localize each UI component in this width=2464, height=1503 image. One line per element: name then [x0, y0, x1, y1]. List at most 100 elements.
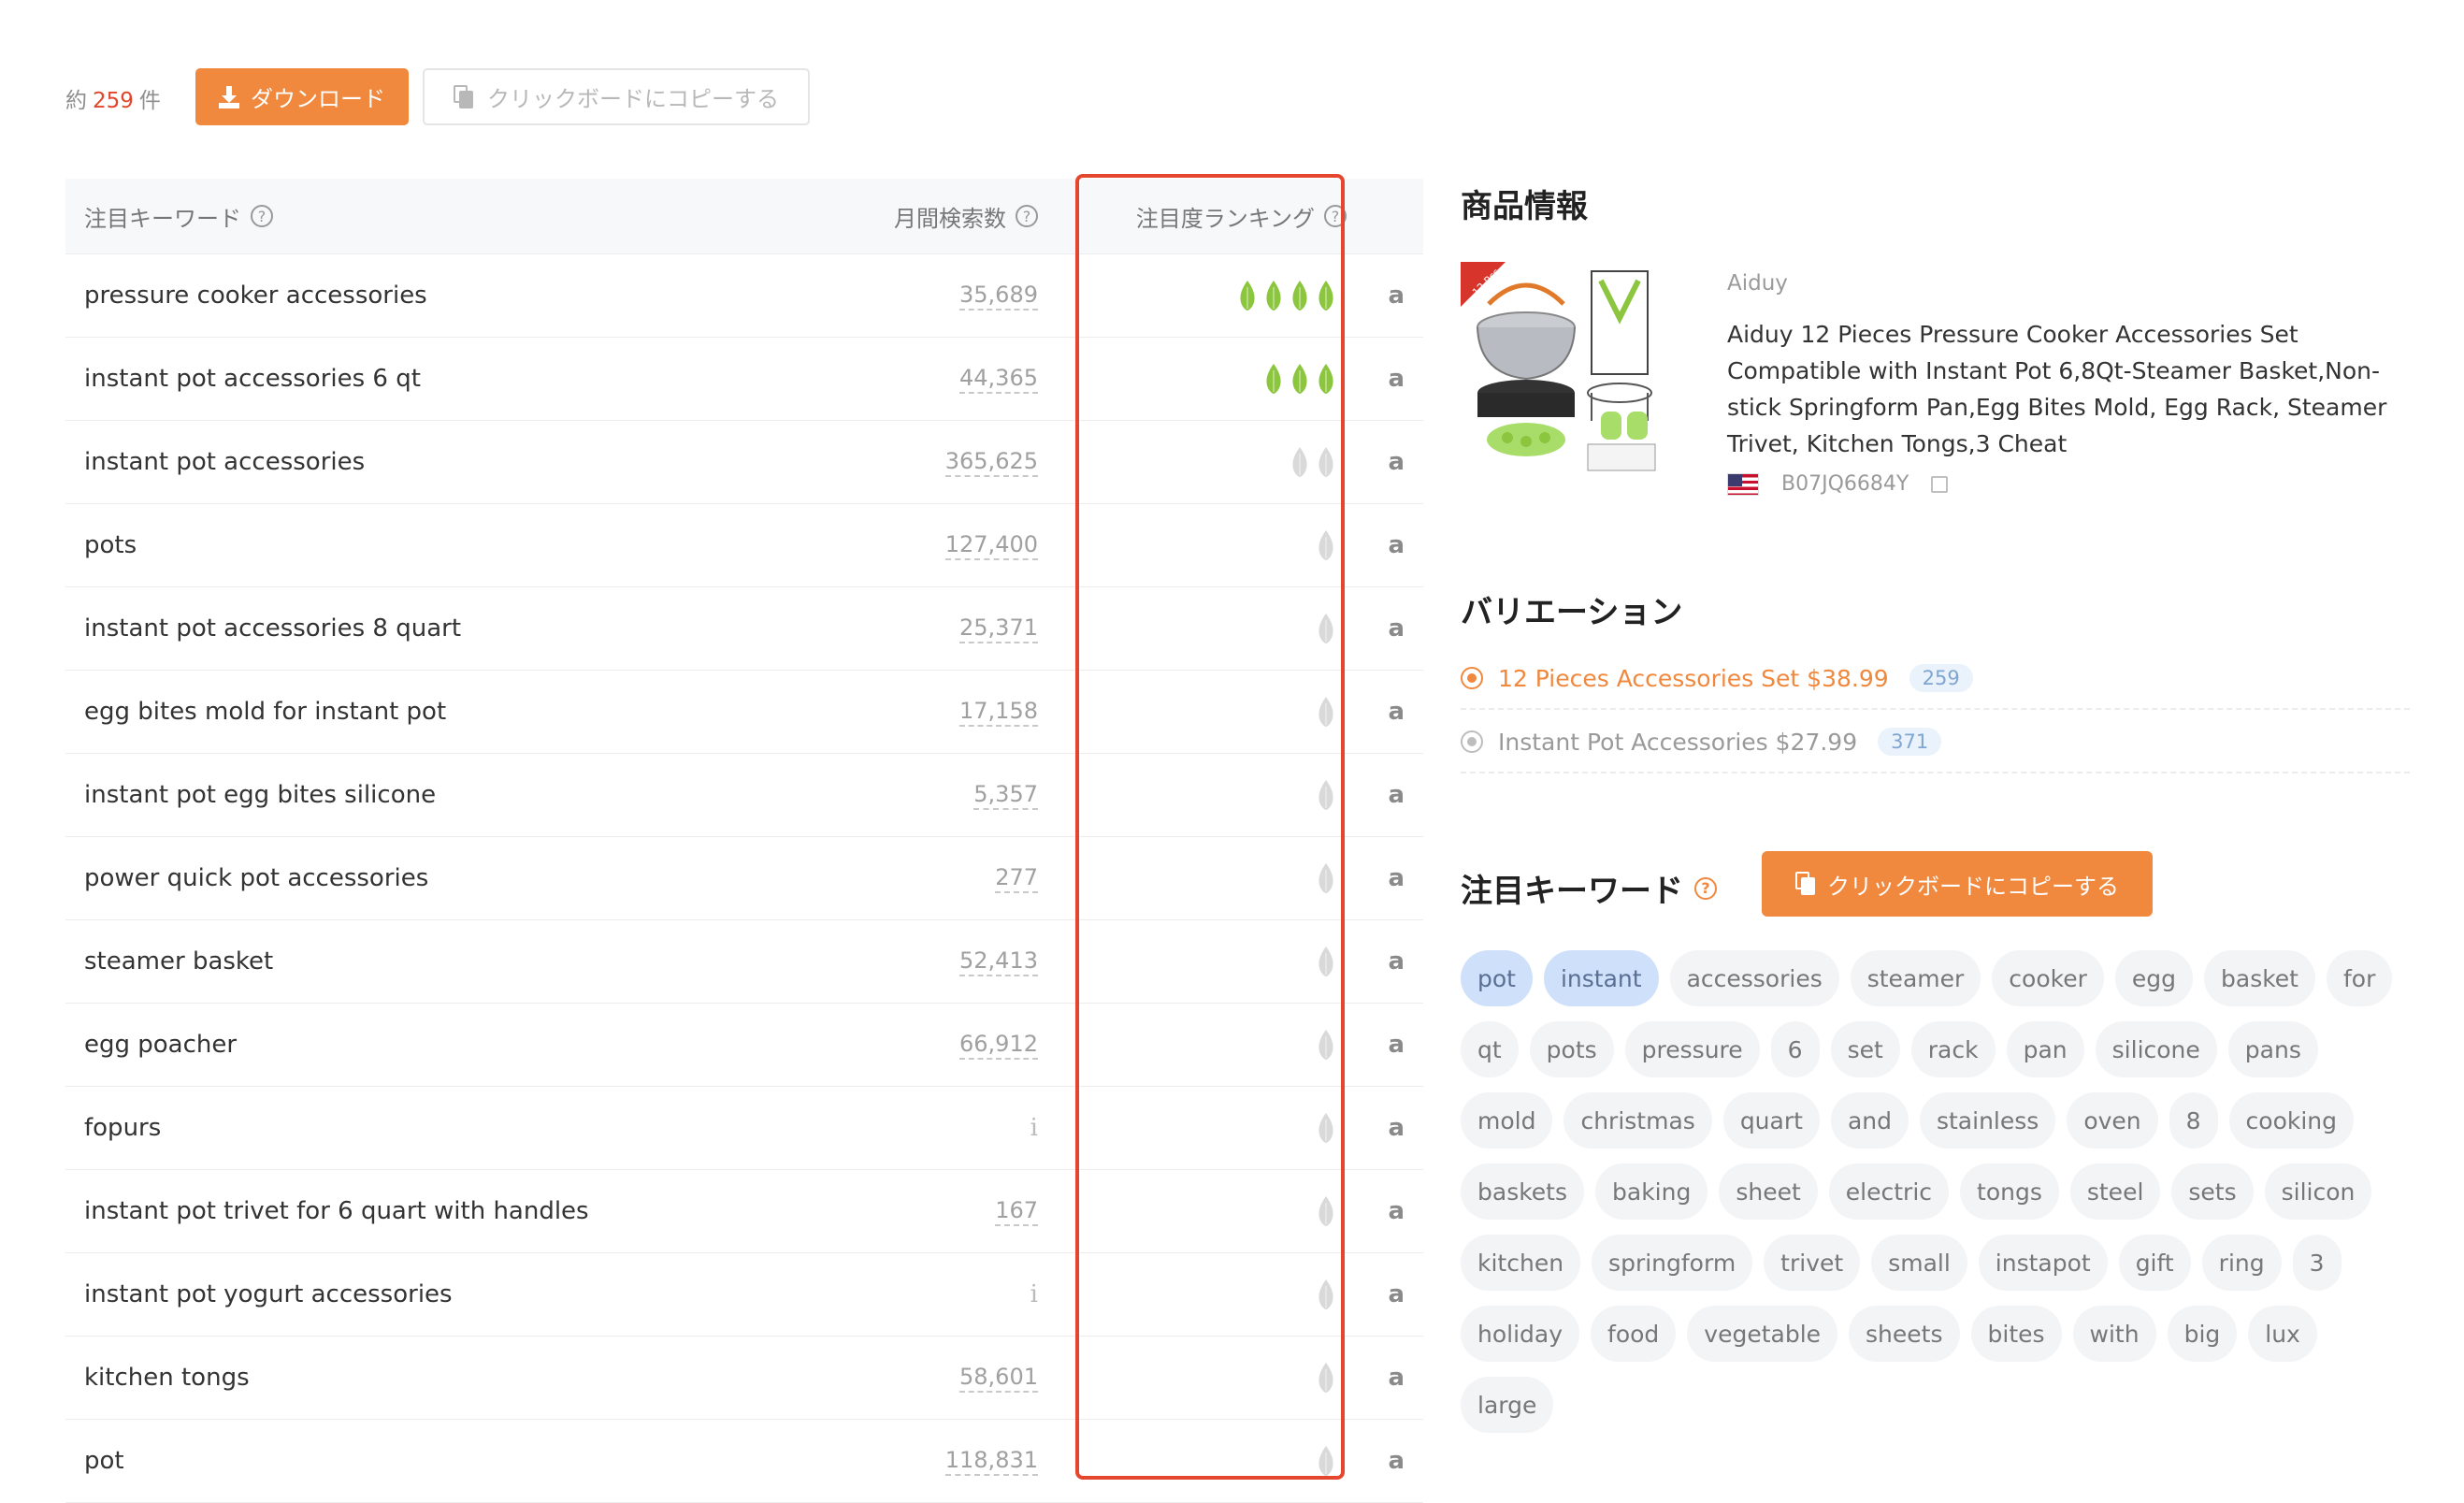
keyword-cell[interactable]: steamer basket — [84, 920, 273, 1003]
keyword-tag[interactable]: lux — [2248, 1306, 2317, 1362]
keyword-tag[interactable]: silicone — [2095, 1021, 2217, 1077]
keyword-tag[interactable]: pots — [1529, 1021, 1614, 1077]
keyword-cell[interactable]: pressure cooker accessories — [84, 254, 427, 337]
volume-cell[interactable]: 52,413 — [959, 920, 1038, 1003]
volume-value[interactable]: 52,413 — [959, 947, 1038, 976]
volume-cell[interactable]: i — [1030, 1087, 1038, 1169]
keyword-tag[interactable]: bites — [1970, 1306, 2062, 1362]
keyword-cell[interactable]: pots — [84, 504, 137, 586]
amazon-icon[interactable]: a — [1388, 837, 1405, 919]
amazon-icon[interactable]: a — [1388, 671, 1405, 753]
table-row[interactable]: instant pot yogurt accessories i a — [65, 1253, 1423, 1337]
volume-cell[interactable]: 5,357 — [973, 754, 1038, 836]
keyword-cell[interactable]: egg poacher — [84, 1004, 237, 1086]
external-link-icon[interactable] — [1931, 475, 1949, 493]
keyword-cell[interactable]: instant pot accessories 8 quart — [84, 587, 461, 670]
keyword-tag[interactable]: food — [1591, 1306, 1677, 1362]
volume-value[interactable]: 66,912 — [959, 1030, 1038, 1060]
keyword-cell[interactable]: instant pot yogurt accessories — [84, 1253, 453, 1336]
keyword-tag[interactable]: silicon — [2264, 1163, 2372, 1220]
amazon-icon[interactable]: a — [1388, 254, 1405, 337]
keyword-cell[interactable]: kitchen tongs — [84, 1337, 250, 1419]
keyword-tag[interactable]: baskets — [1461, 1163, 1585, 1220]
keyword-tag[interactable]: pan — [2006, 1021, 2084, 1077]
keyword-tag[interactable]: cooker — [1992, 950, 2104, 1006]
volume-value[interactable]: 127,400 — [944, 530, 1038, 560]
amazon-icon[interactable]: a — [1388, 1420, 1405, 1502]
keyword-tag[interactable]: vegetable — [1687, 1306, 1838, 1362]
table-row[interactable]: pot 118,831 a — [65, 1420, 1423, 1503]
keyword-tag[interactable]: large — [1461, 1377, 1554, 1433]
copy-clipboard-button[interactable]: クリックボードにコピーする — [423, 68, 810, 125]
keyword-cell[interactable]: pot — [84, 1420, 124, 1502]
volume-value[interactable]: 17,158 — [959, 697, 1038, 727]
keyword-tag[interactable]: qt — [1461, 1021, 1519, 1077]
amazon-icon[interactable]: a — [1388, 1253, 1405, 1336]
keyword-cell[interactable]: instant pot egg bites silicone — [84, 754, 436, 836]
header-ranking[interactable]: 注目度ランキング ? — [1136, 179, 1347, 253]
header-volume[interactable]: 月間検索数 ? — [894, 179, 1038, 253]
table-row[interactable]: instant pot accessories 365,625 a — [65, 421, 1423, 504]
keyword-tag[interactable]: 6 — [1770, 1021, 1820, 1077]
keyword-tag[interactable]: set — [1830, 1021, 1900, 1077]
amazon-icon[interactable]: a — [1388, 421, 1405, 503]
volume-value[interactable]: 44,365 — [959, 364, 1038, 394]
download-button[interactable]: ダウンロード — [195, 68, 409, 125]
keyword-tag[interactable]: mold — [1461, 1092, 1553, 1149]
amazon-icon[interactable]: a — [1388, 587, 1405, 670]
keyword-tag[interactable]: sheet — [1719, 1163, 1818, 1220]
keyword-tag[interactable]: pressure — [1624, 1021, 1760, 1077]
table-row[interactable]: steamer basket 52,413 a — [65, 920, 1423, 1004]
keyword-tag[interactable]: tongs — [1960, 1163, 2059, 1220]
amazon-icon[interactable]: a — [1388, 1087, 1405, 1169]
keyword-cell[interactable]: power quick pot accessories — [84, 837, 428, 919]
table-row[interactable]: egg poacher 66,912 a — [65, 1004, 1423, 1087]
amazon-icon[interactable]: a — [1388, 338, 1405, 420]
volume-value[interactable]: 35,689 — [959, 281, 1038, 311]
keyword-tag[interactable]: 3 — [2292, 1235, 2342, 1291]
table-row[interactable]: instant pot trivet for 6 quart with hand… — [65, 1170, 1423, 1253]
volume-cell[interactable]: 17,158 — [959, 671, 1038, 753]
keyword-tag[interactable]: kitchen — [1461, 1235, 1581, 1291]
volume-cell[interactable]: 35,689 — [959, 254, 1038, 337]
amazon-icon[interactable]: a — [1388, 1170, 1405, 1252]
product-image[interactable]: 12 Pcs — [1461, 262, 1676, 477]
variation-item[interactable]: Instant Pot Accessories $27.99 371 — [1461, 712, 2410, 773]
keyword-cell[interactable]: fopurs — [84, 1087, 161, 1169]
keyword-tag[interactable]: trivet — [1764, 1235, 1861, 1291]
keyword-tag[interactable]: big — [2167, 1306, 2238, 1362]
volume-value[interactable]: 277 — [995, 863, 1038, 893]
table-row[interactable]: egg bites mold for instant pot 17,158 a — [65, 671, 1423, 754]
keyword-tag[interactable]: pans — [2227, 1021, 2318, 1077]
help-icon[interactable]: ? — [1694, 876, 1717, 900]
volume-value[interactable]: 167 — [995, 1196, 1038, 1226]
keyword-tag[interactable]: ring — [2201, 1235, 2282, 1291]
volume-cell[interactable]: 167 — [995, 1170, 1038, 1252]
keyword-tag[interactable]: instapot — [1978, 1235, 2108, 1291]
keyword-cell[interactable]: instant pot trivet for 6 quart with hand… — [84, 1170, 589, 1252]
volume-cell[interactable]: 58,601 — [959, 1337, 1038, 1419]
volume-value[interactable]: 5,357 — [973, 780, 1038, 810]
table-row[interactable]: fopurs i a — [65, 1087, 1423, 1170]
volume-cell[interactable]: 277 — [995, 837, 1038, 919]
keyword-tag[interactable]: quart — [1722, 1092, 1820, 1149]
volume-value[interactable]: 365,625 — [944, 447, 1038, 477]
volume-cell[interactable]: 127,400 — [944, 504, 1038, 586]
product-title[interactable]: Aiduy 12 Pieces Pressure Cooker Accessor… — [1727, 316, 2410, 462]
info-icon[interactable]: i — [1030, 1280, 1038, 1308]
table-row[interactable]: instant pot egg bites silicone 5,357 a — [65, 754, 1423, 837]
copy-keywords-button[interactable]: クリックボードにコピーする — [1762, 851, 2153, 917]
amazon-icon[interactable]: a — [1388, 754, 1405, 836]
keyword-tag[interactable]: electric — [1828, 1163, 1950, 1220]
keyword-tag[interactable]: egg — [2114, 950, 2193, 1006]
keyword-tag[interactable]: christmas — [1563, 1092, 1712, 1149]
volume-value[interactable]: 25,371 — [959, 614, 1038, 643]
keyword-tag[interactable]: steel — [2069, 1163, 2161, 1220]
help-icon[interactable]: ? — [1324, 205, 1347, 227]
amazon-icon[interactable]: a — [1388, 920, 1405, 1003]
keyword-cell[interactable]: instant pot accessories 6 qt — [84, 338, 421, 420]
keyword-tag[interactable]: sheets — [1849, 1306, 1960, 1362]
keyword-tag[interactable]: rack — [1910, 1021, 1996, 1077]
table-row[interactable]: kitchen tongs 58,601 a — [65, 1337, 1423, 1420]
keyword-tag[interactable]: pot — [1461, 950, 1533, 1006]
